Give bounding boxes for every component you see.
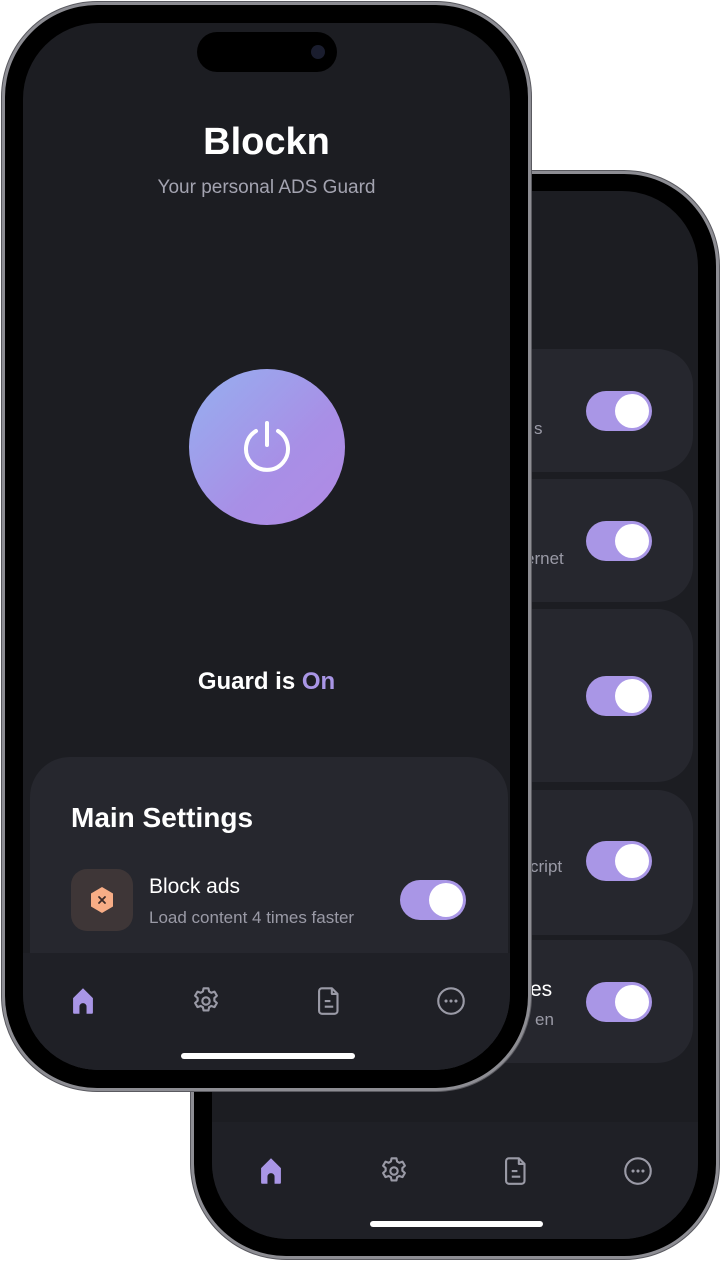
more-icon[interactable] bbox=[621, 1154, 655, 1188]
setting-title: es bbox=[530, 978, 553, 1001]
document-icon[interactable] bbox=[312, 984, 346, 1018]
setting-toggle[interactable] bbox=[586, 982, 652, 1022]
setting-description: s bbox=[534, 419, 543, 438]
setting-toggle[interactable] bbox=[586, 676, 652, 716]
block-ads-description: Load content 4 times faster bbox=[149, 908, 355, 927]
setting-toggle[interactable] bbox=[586, 391, 652, 431]
gear-icon[interactable] bbox=[377, 1154, 411, 1188]
power-icon bbox=[244, 421, 290, 472]
home-icon[interactable] bbox=[66, 984, 100, 1018]
home-icon[interactable] bbox=[254, 1154, 288, 1188]
app-subtitle: Your personal ADS Guard bbox=[157, 177, 376, 198]
setting-description: ernet bbox=[525, 549, 564, 568]
dynamic-island bbox=[197, 32, 337, 72]
setting-toggle[interactable] bbox=[586, 521, 652, 561]
block-ads-toggle[interactable] bbox=[400, 880, 466, 920]
more-icon[interactable] bbox=[434, 984, 468, 1018]
front-phone: Blockn Your personal ADS Guard Guard is … bbox=[5, 5, 528, 1088]
camera-icon bbox=[311, 45, 325, 59]
guard-status-label: Guard is bbox=[197, 668, 296, 695]
document-icon[interactable] bbox=[499, 1154, 533, 1188]
app-title: Blockn bbox=[203, 121, 330, 163]
power-button[interactable] bbox=[189, 369, 345, 525]
block-ads-icon-box bbox=[71, 869, 133, 931]
block-hexagon-icon bbox=[91, 887, 113, 913]
home-indicator bbox=[370, 1221, 543, 1227]
block-ads-label: Block ads bbox=[149, 875, 241, 898]
setting-toggle[interactable] bbox=[586, 841, 652, 881]
setting-description: cript bbox=[530, 857, 563, 876]
guard-status: Guard is On bbox=[23, 668, 510, 696]
front-phone-screen: Blockn Your personal ADS Guard Guard is … bbox=[23, 23, 510, 1070]
home-indicator bbox=[181, 1053, 355, 1059]
gear-icon[interactable] bbox=[189, 984, 223, 1018]
guard-status-value: On bbox=[301, 668, 336, 695]
setting-description: en bbox=[535, 1010, 554, 1029]
main-settings-title: Main Settings bbox=[71, 802, 254, 833]
